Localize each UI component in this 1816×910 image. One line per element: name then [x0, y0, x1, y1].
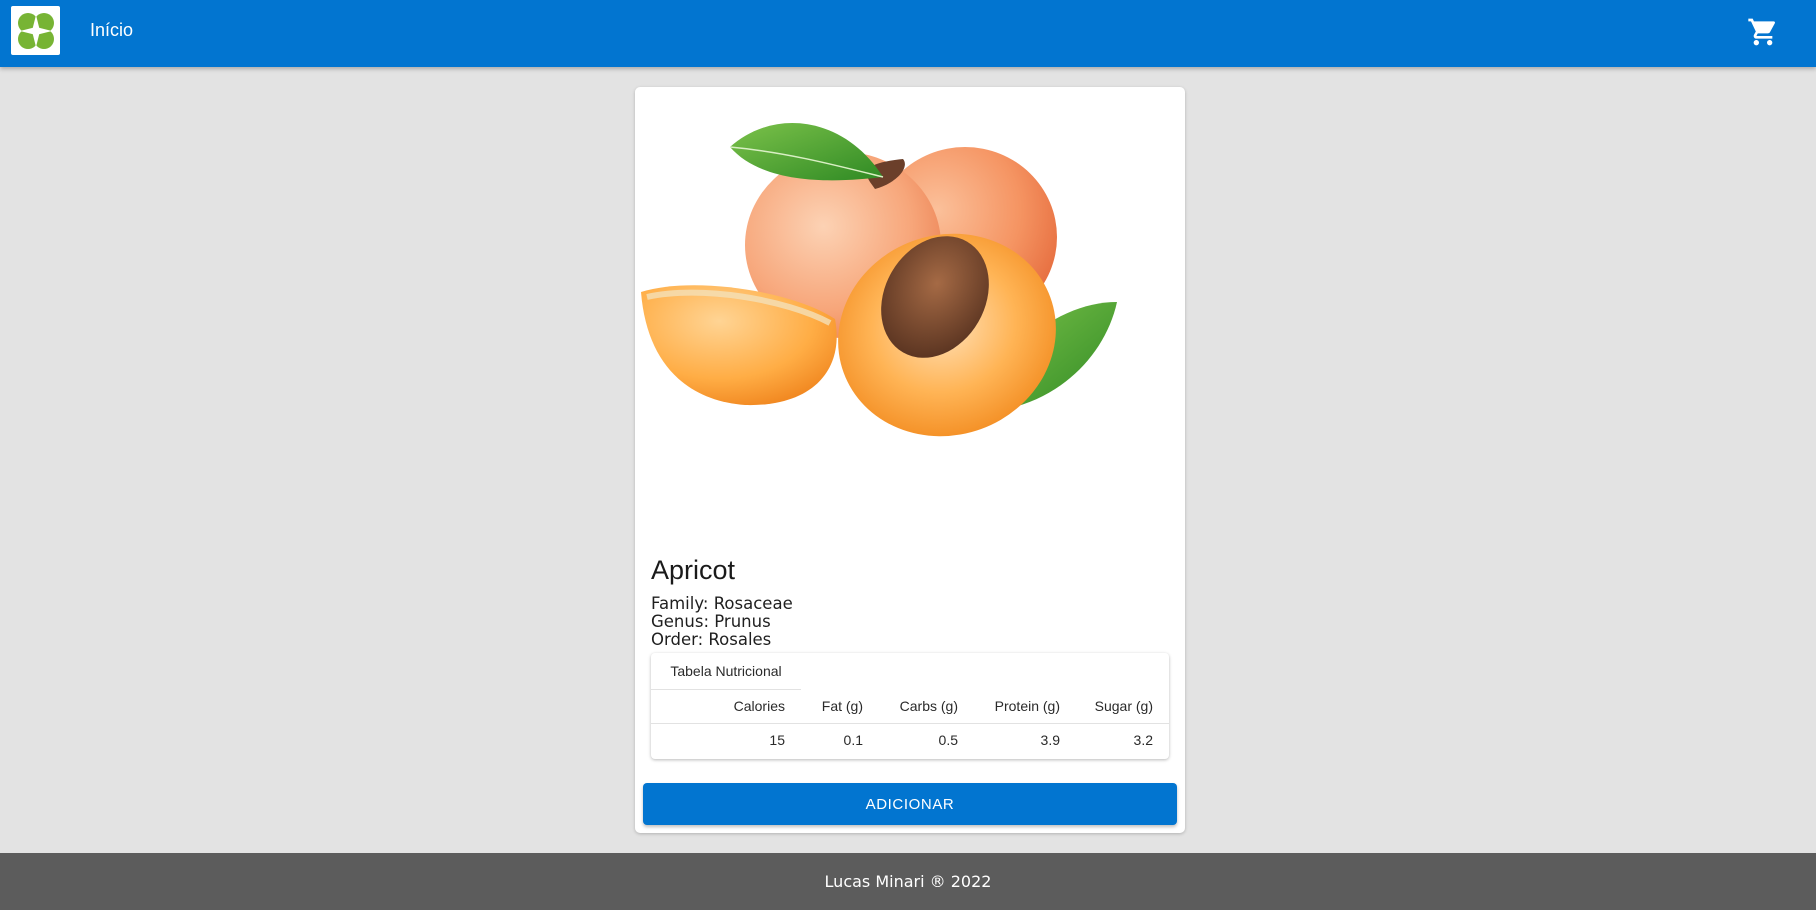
order-value: Rosales	[708, 630, 772, 649]
add-to-cart-button[interactable]: ADICIONAR	[643, 783, 1177, 825]
shopping-cart-icon	[1748, 18, 1776, 46]
product-name: Apricot	[651, 555, 736, 585]
col-header-calories: Calories	[651, 689, 801, 724]
nutrition-table-panel: Tabela Nutricional Calories Fat (g) Carb…	[651, 653, 1169, 759]
app-bar: Início	[0, 0, 1816, 67]
order-label: Order:	[651, 630, 704, 649]
apricot-photo	[641, 123, 1117, 437]
family-value: Rosaceae	[713, 594, 793, 613]
col-header-protein: Protein (g)	[974, 689, 1076, 724]
family-line: Family: Rosaceae	[651, 595, 793, 613]
four-leaf-logo-icon	[17, 12, 54, 49]
family-label: Family:	[651, 594, 709, 613]
footer: Lucas Minari ® 2022	[0, 853, 1816, 910]
footer-text: Lucas Minari ® 2022	[824, 872, 992, 891]
order-line: Order: Rosales	[651, 631, 771, 649]
product-card: Apricot Family: Rosaceae Genus: Prunus O…	[635, 87, 1185, 833]
nutrition-table-title: Tabela Nutricional	[651, 653, 801, 690]
cart-button[interactable]	[1744, 13, 1782, 51]
col-header-sugar: Sugar (g)	[1076, 689, 1169, 724]
logo[interactable]	[11, 6, 60, 55]
col-header-fat: Fat (g)	[801, 689, 879, 724]
table-header-row: Calories Fat (g) Carbs (g) Protein (g) S…	[651, 689, 1169, 724]
cell-sugar: 3.2	[1133, 732, 1153, 749]
nav-home-link[interactable]: Início	[90, 18, 133, 42]
genus-label: Genus:	[651, 612, 710, 631]
cell-fat: 0.1	[843, 732, 863, 749]
cell-protein: 3.9	[1040, 732, 1060, 749]
col-header-carbs: Carbs (g)	[879, 689, 974, 724]
genus-value: Prunus	[714, 612, 771, 631]
table-row: 15 0.1 0.5 3.9 3.2	[651, 723, 1169, 757]
genus-line: Genus: Prunus	[651, 613, 771, 631]
cell-carbs: 0.5	[938, 732, 958, 749]
nutrition-table: Calories Fat (g) Carbs (g) Protein (g) S…	[651, 689, 1169, 757]
cell-calories: 15	[769, 732, 785, 749]
